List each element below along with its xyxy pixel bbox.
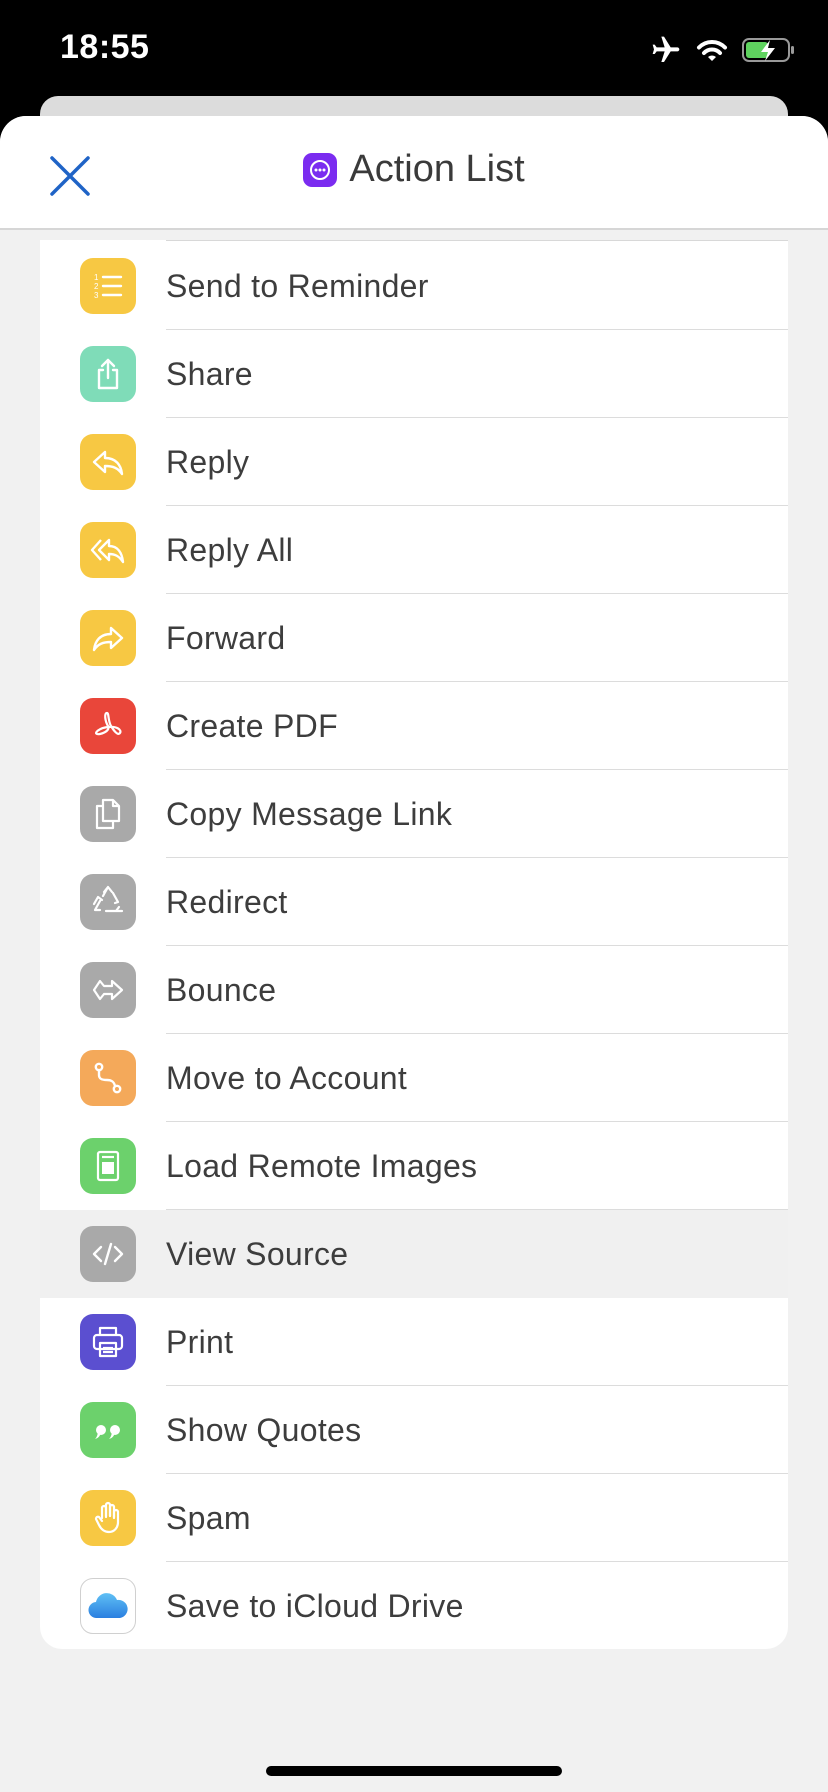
more-circle-icon [310,159,331,180]
page-title: Action List [349,148,525,190]
action-print[interactable]: Print [40,1298,788,1386]
action-label: Reply All [166,531,294,568]
action-label: Share [166,355,253,392]
bounce-icon [80,962,136,1018]
navigation-bar: Action List [0,116,828,230]
action-show-quotes[interactable]: Show Quotes [40,1386,788,1474]
action-label: Copy Message Link [166,795,453,832]
action-reply[interactable]: Reply [40,418,788,506]
action-spam[interactable]: Spam [40,1474,788,1562]
action-label: Load Remote Images [166,1147,478,1184]
divider [166,240,788,241]
hand-stop-icon [80,1490,136,1546]
action-label: View Source [166,1235,349,1272]
action-label: Redirect [166,883,288,920]
action-view-source[interactable]: View Source [40,1210,788,1298]
svg-text:1: 1 [94,273,99,282]
reply-all-icon [80,522,136,578]
status-icons [650,34,796,66]
recycle-icon [80,874,136,930]
action-create-pdf[interactable]: Create PDF [40,682,788,770]
action-move-to-account[interactable]: Move to Account [40,1034,788,1122]
icloud-icon [80,1578,136,1634]
action-label: Create PDF [166,707,338,744]
status-time: 18:55 [60,28,150,66]
image-document-icon [80,1138,136,1194]
action-list-sheet: Action List 123 Send to Reminder Share R… [0,116,828,1792]
action-redirect[interactable]: Redirect [40,858,788,946]
action-share[interactable]: Share [40,330,788,418]
action-copy-message-link[interactable]: Copy Message Link [40,770,788,858]
action-send-to-reminder[interactable]: 123 Send to Reminder [40,242,788,330]
quote-icon [80,1402,136,1458]
action-label: Save to iCloud Drive [166,1587,464,1624]
title-group: Action List [0,148,828,191]
action-label: Reply [166,443,250,480]
action-list: 123 Send to Reminder Share Reply Reply A… [40,240,788,1649]
app-icon [303,152,338,187]
copy-document-icon [80,786,136,842]
action-bounce[interactable]: Bounce [40,946,788,1034]
wifi-icon [697,40,727,61]
printer-icon [80,1314,136,1370]
svg-text:2: 2 [94,282,99,291]
forward-icon [80,610,136,666]
share-icon [80,346,136,402]
action-load-remote-images[interactable]: Load Remote Images [40,1122,788,1210]
svg-text:3: 3 [94,291,99,300]
action-forward[interactable]: Forward [40,594,788,682]
route-icon [80,1050,136,1106]
action-label: Show Quotes [166,1411,362,1448]
home-indicator[interactable] [266,1766,562,1776]
action-label: Move to Account [166,1059,408,1096]
reminder-list-icon: 123 [80,258,136,314]
action-label: Bounce [166,971,277,1008]
battery-charging-icon [742,38,794,62]
pdf-icon [80,698,136,754]
code-icon [80,1226,136,1282]
action-reply-all[interactable]: Reply All [40,506,788,594]
airplane-icon [652,36,680,62]
action-label: Send to Reminder [166,267,429,304]
reply-icon [80,434,136,490]
action-label: Forward [166,619,286,656]
status-bar: 18:55 [0,0,828,100]
action-label: Spam [166,1499,251,1536]
action-label: Print [166,1323,234,1360]
action-save-to-icloud-drive[interactable]: Save to iCloud Drive [40,1562,788,1649]
